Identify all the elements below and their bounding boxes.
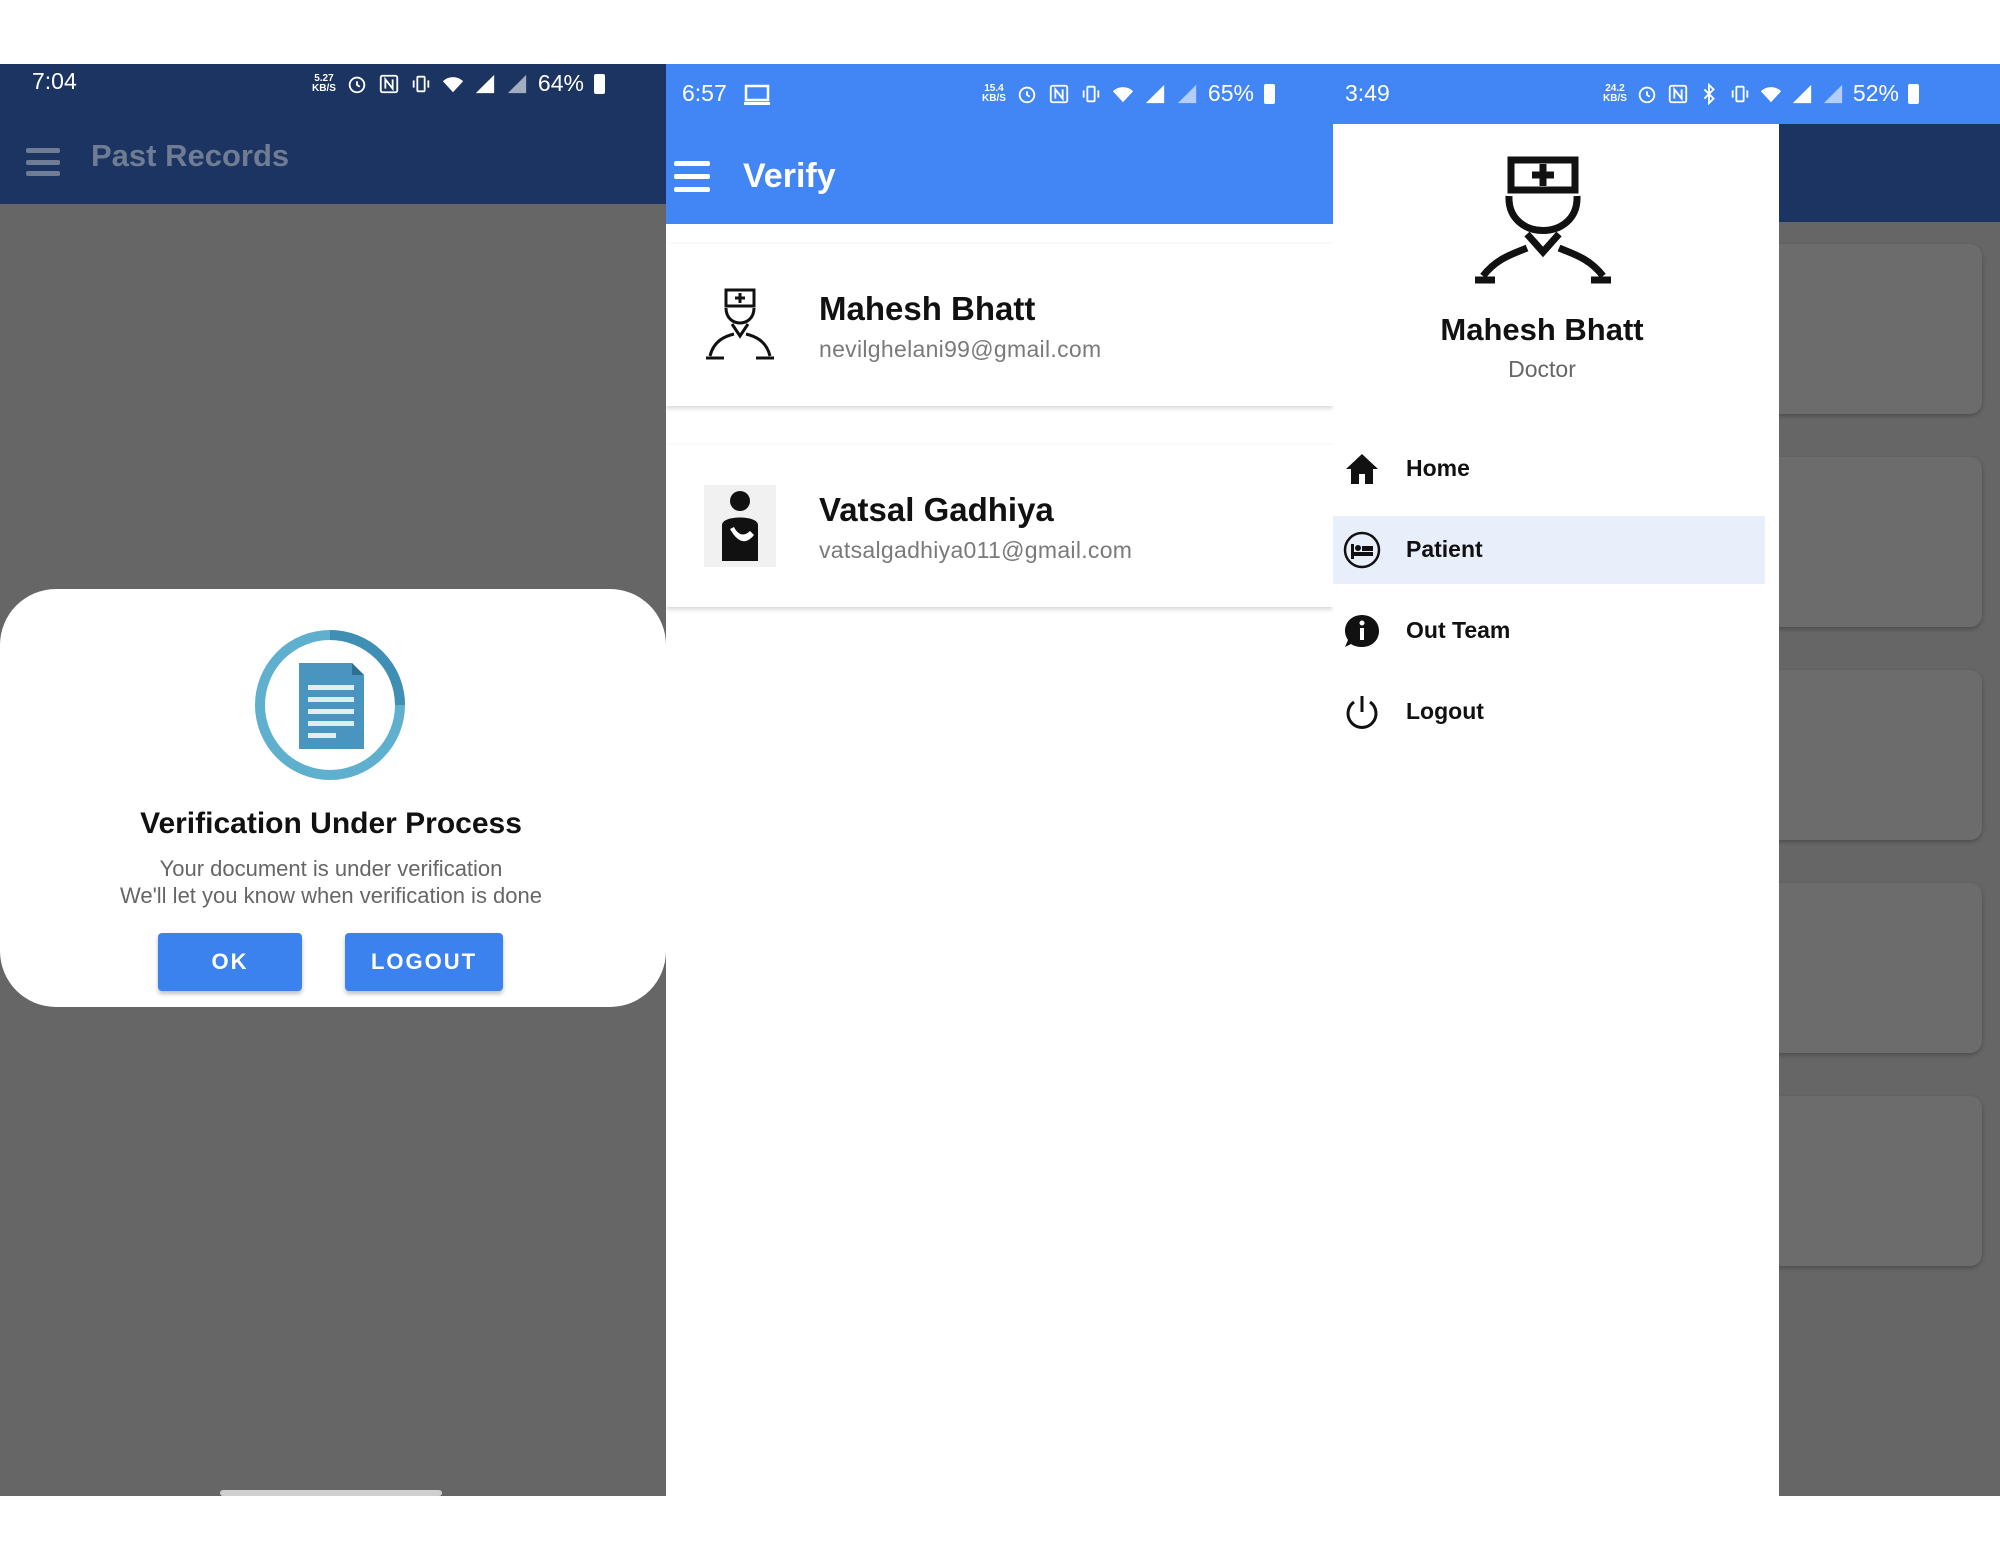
battery-percent: 65% bbox=[1207, 80, 1254, 106]
signal-2-icon bbox=[507, 74, 527, 93]
status-time: 7:04 bbox=[32, 68, 77, 94]
user-email: nevilghelani99@gmail.com bbox=[819, 336, 1102, 362]
dialog-message-line1: Your document is under verification bbox=[159, 856, 503, 881]
status-bar: 7:04 5.27 KB/S 64% bbox=[0, 64, 666, 104]
doctor-icon bbox=[1475, 156, 1611, 284]
nfc-icon bbox=[379, 74, 399, 93]
nav-item-label: Out Team bbox=[1406, 617, 1511, 643]
background-card bbox=[1762, 883, 1982, 1053]
power-icon bbox=[1346, 696, 1378, 729]
page-title: Past Records bbox=[91, 138, 290, 173]
status-icons: 24.2 KB/S 52% bbox=[1603, 80, 1919, 107]
nav-item-label: Patient bbox=[1406, 536, 1483, 562]
status-bar: 6:57 15.4 KB/S 65% bbox=[666, 64, 1333, 124]
dialog-title: Verification Under Process bbox=[140, 807, 522, 840]
vibrate-icon bbox=[1082, 85, 1100, 102]
signal-icon bbox=[475, 74, 495, 93]
page-title: Verify bbox=[743, 157, 836, 195]
menu-icon[interactable] bbox=[26, 148, 60, 176]
network-speed: 5.27 KB/S bbox=[312, 72, 336, 94]
screenshot-collage: 7:04 5.27 KB/S 64% Past Records Verifica… bbox=[0, 0, 2000, 1545]
drawer-screen: 3:49 24.2 KB/S 52% Mahesh Bhatt Doctor H… bbox=[1333, 64, 2000, 1496]
user-card[interactable]: Mahesh Bhatt nevilghelani99@gmail.com bbox=[666, 244, 1333, 406]
nav-item-patient[interactable]: Patient bbox=[1333, 516, 1765, 584]
doctor-icon bbox=[706, 288, 774, 360]
background-card bbox=[1762, 457, 1982, 627]
user-name: Vatsal Gadhiya bbox=[819, 491, 1054, 528]
alarm-icon bbox=[348, 76, 366, 93]
user-name: Mahesh Bhatt bbox=[819, 290, 1036, 327]
status-time: 3:49 bbox=[1345, 80, 1390, 106]
status-bar: 3:49 24.2 KB/S 52% bbox=[1333, 64, 2000, 124]
battery-icon bbox=[1907, 83, 1919, 104]
nav-item-out-team[interactable]: Out Team bbox=[1333, 597, 1765, 665]
home-indicator[interactable] bbox=[220, 1490, 442, 1496]
user-card[interactable]: Vatsal Gadhiya vatsalgadhiya011@gmail.co… bbox=[666, 445, 1333, 607]
network-speed: 15.4 KB/S bbox=[982, 82, 1006, 104]
nfc-icon bbox=[1049, 84, 1069, 103]
patient-icon bbox=[704, 485, 776, 567]
network-speed: 24.2 KB/S bbox=[1603, 82, 1627, 104]
verification-dialog: Verification Under Process Your document… bbox=[0, 589, 666, 1007]
status-icons: 15.4 KB/S 65% bbox=[982, 80, 1275, 107]
nav-item-label: Logout bbox=[1406, 698, 1484, 724]
bluetooth-icon bbox=[1703, 82, 1715, 105]
dialog-message-line2: We'll let you know when verification is … bbox=[119, 883, 542, 908]
document-icon bbox=[255, 630, 405, 780]
nav-item-label: Home bbox=[1406, 455, 1470, 481]
background-card bbox=[1762, 244, 1982, 414]
navigation-drawer: Mahesh Bhatt Doctor Home Patient Out Tea… bbox=[1333, 124, 1779, 1496]
battery-icon bbox=[1263, 83, 1275, 104]
battery-percent: 64% bbox=[537, 70, 584, 96]
status-time: 6:57 bbox=[682, 80, 727, 106]
battery-percent: 52% bbox=[1852, 80, 1899, 106]
profile-name: Mahesh Bhatt bbox=[1440, 312, 1644, 347]
status-icons: 5.27 KB/S 64% bbox=[312, 70, 605, 97]
nav-item-logout[interactable]: Logout bbox=[1333, 678, 1765, 746]
battery-icon bbox=[593, 73, 605, 94]
vibrate-icon bbox=[1731, 85, 1749, 102]
bed-icon bbox=[1343, 531, 1381, 569]
past-records-screen: 7:04 5.27 KB/S 64% Past Records Verifica… bbox=[0, 64, 666, 1496]
background-card bbox=[1762, 670, 1982, 840]
wifi-icon bbox=[1112, 86, 1133, 102]
logout-button[interactable]: LOGOUT bbox=[345, 933, 503, 991]
vibrate-icon bbox=[412, 75, 430, 92]
alarm-icon bbox=[1638, 86, 1656, 103]
wifi-icon bbox=[1760, 86, 1781, 102]
wifi-icon bbox=[442, 76, 463, 92]
home-icon bbox=[1346, 454, 1378, 484]
signal-2-icon bbox=[1177, 84, 1197, 103]
cast-icon bbox=[744, 84, 770, 105]
signal-2-icon bbox=[1823, 84, 1843, 103]
nfc-icon bbox=[1668, 84, 1688, 103]
alarm-icon bbox=[1018, 86, 1036, 103]
ok-button[interactable]: OK bbox=[158, 933, 302, 991]
background-card bbox=[1762, 1096, 1982, 1266]
menu-icon[interactable] bbox=[674, 161, 710, 192]
signal-icon bbox=[1145, 84, 1165, 103]
nav-item-home[interactable]: Home bbox=[1333, 435, 1765, 503]
signal-icon bbox=[1792, 84, 1812, 103]
info-bubble-icon bbox=[1345, 615, 1379, 647]
user-email: vatsalgadhiya011@gmail.com bbox=[819, 537, 1133, 563]
profile-role: Doctor bbox=[1508, 356, 1576, 382]
verify-screen: 6:57 15.4 KB/S 65% Verify Mahesh Bhatt n… bbox=[666, 64, 1333, 1496]
